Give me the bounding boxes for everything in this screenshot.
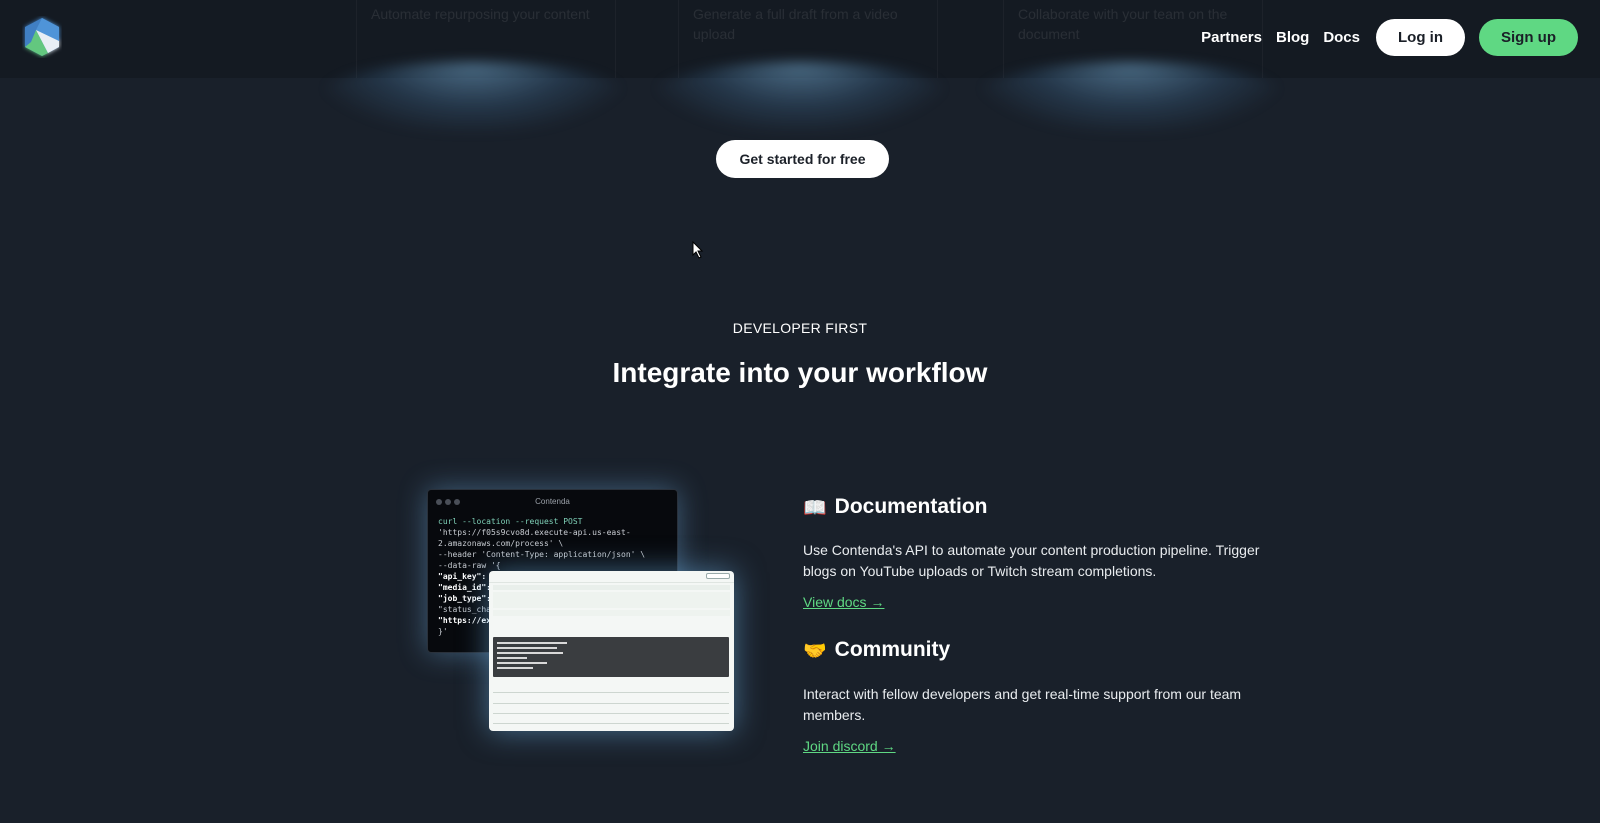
view-docs-link[interactable]: View docs →	[803, 594, 884, 610]
feature-card-text: Automate repurposing your content	[371, 6, 590, 22]
card-glow	[318, 62, 628, 132]
divider	[493, 692, 729, 693]
mouse-cursor-icon	[692, 241, 704, 259]
api-reference-screenshot	[489, 571, 734, 731]
code-line	[497, 642, 567, 644]
terminal-title: Contenda	[535, 497, 570, 506]
code-line: 'https://f05s9cvo8d.execute-api.us-east-	[438, 528, 631, 537]
api-example-code	[493, 637, 729, 677]
divider	[493, 723, 729, 724]
code-line: --header 'Content-Type: application/json…	[438, 550, 646, 559]
community-title: Community	[834, 638, 951, 661]
section-title: Integrate into your workflow	[612, 357, 988, 388]
code-line	[497, 652, 563, 654]
try-it-button-mock	[706, 573, 730, 579]
signup-button[interactable]: Sign up	[1479, 19, 1578, 56]
handshake-icon: 🤝	[803, 639, 827, 662]
documentation-description: Use Contenda's API to automate your cont…	[803, 542, 1260, 579]
api-request-body-row	[493, 610, 730, 616]
card-glow	[650, 62, 950, 132]
code-line	[497, 662, 547, 664]
open-book-icon: 📖	[803, 496, 827, 519]
card-glow	[975, 62, 1285, 132]
terminal-titlebar: Contenda	[428, 490, 677, 512]
join-discord-link[interactable]: Join discord →	[803, 738, 896, 754]
code-line	[497, 667, 533, 669]
code-line: 2.amazonaws.com/process' \	[438, 539, 564, 548]
code-line	[497, 647, 557, 649]
api-card-header	[489, 571, 734, 583]
contenda-logo[interactable]	[22, 16, 62, 58]
documentation-heading: 📖 Documentation	[803, 495, 988, 519]
nav-link-partners[interactable]: Partners	[1201, 29, 1262, 46]
login-button[interactable]: Log in	[1376, 19, 1465, 56]
community-description: Interact with fellow developers and get …	[803, 686, 1242, 723]
code-line: --data-raw '{	[438, 561, 501, 570]
page: Automate repurposing your content Genera…	[0, 0, 1600, 823]
divider	[493, 703, 729, 704]
top-nav: Partners Blog Docs Log in Sign up	[1201, 19, 1578, 56]
documentation-title: Documentation	[834, 495, 988, 518]
nav-link-docs[interactable]: Docs	[1323, 29, 1360, 46]
api-table-header	[493, 585, 730, 590]
community-heading: 🤝 Community	[803, 638, 950, 662]
code-line: curl --location --request POST	[438, 517, 583, 526]
api-example-row	[493, 618, 730, 622]
api-param-row	[493, 592, 730, 608]
feature-card-text: Generate a full draft from a video uploa…	[693, 6, 898, 42]
get-started-button[interactable]: Get started for free	[716, 140, 889, 178]
code-line	[497, 657, 527, 659]
divider	[493, 713, 729, 714]
section-eyebrow: DEVELOPER FIRST	[732, 320, 868, 336]
nav-link-blog[interactable]: Blog	[1276, 29, 1309, 46]
